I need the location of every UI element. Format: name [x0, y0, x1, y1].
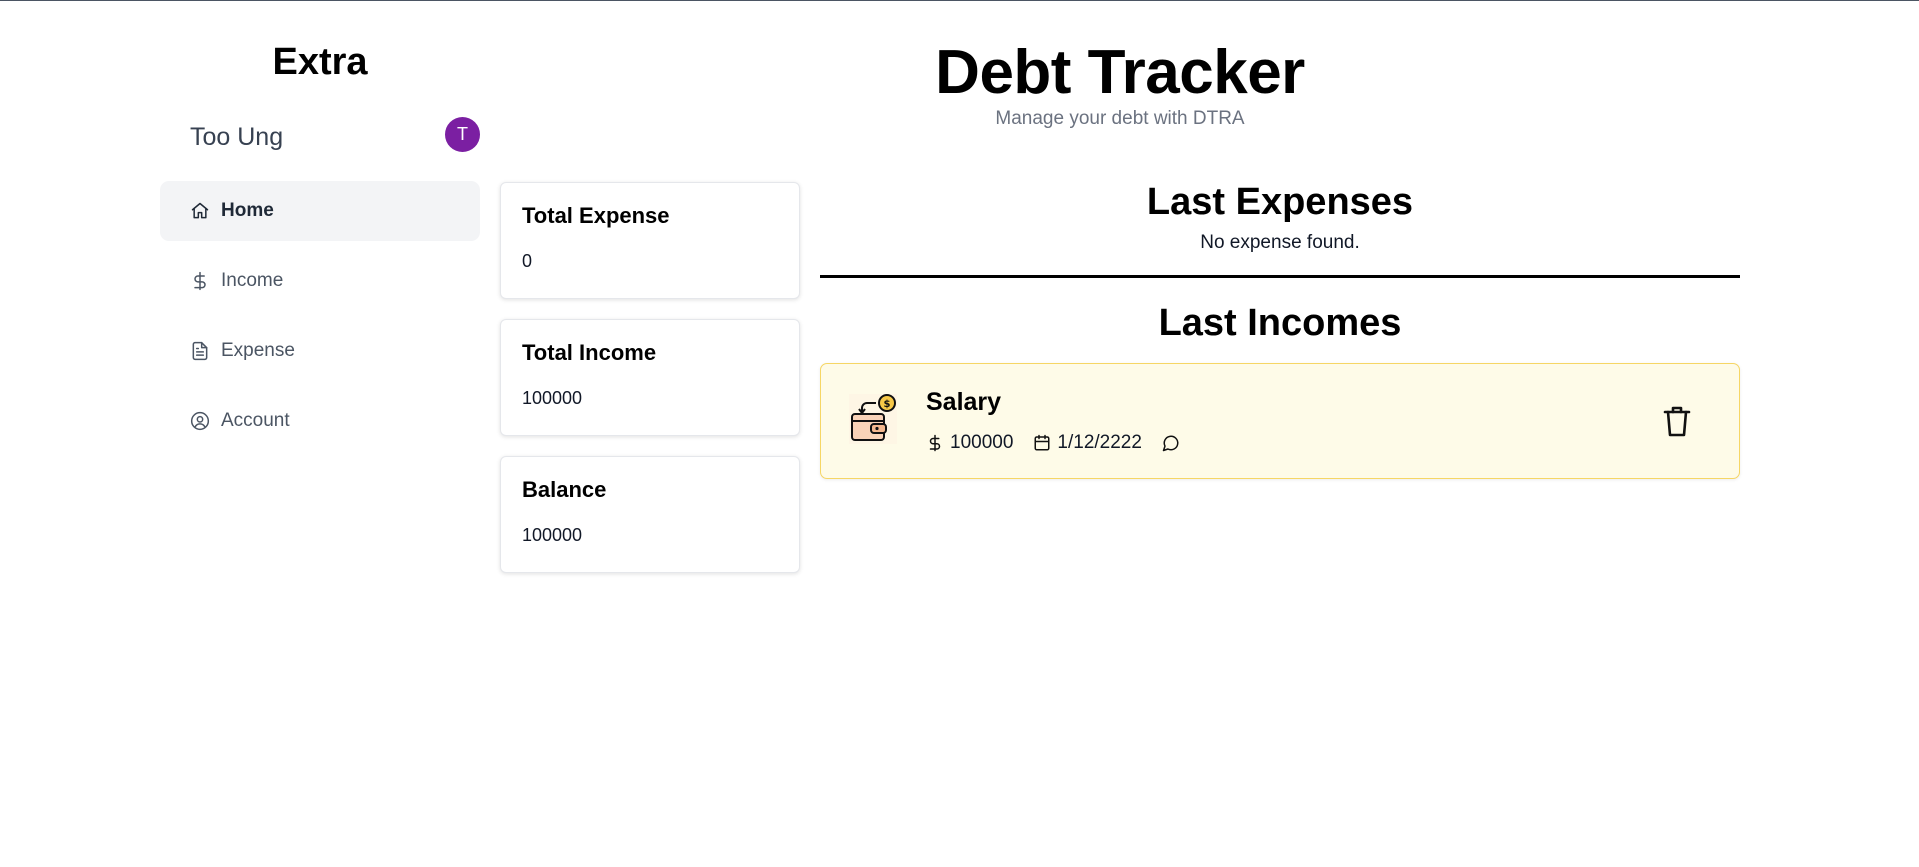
stat-value: 100000 [522, 388, 583, 408]
income-amount: 100000 [950, 432, 1014, 453]
comment-icon[interactable] [1162, 434, 1180, 452]
dollar-icon [926, 434, 944, 452]
wallet-income-icon: $ [849, 394, 897, 444]
page-title: Debt Tracker [935, 38, 1305, 107]
no-expense-message: No expense found. [1200, 232, 1360, 253]
sidebar-item-income[interactable]: Income [160, 251, 480, 311]
stat-title: Total Income [522, 340, 657, 365]
page-header: Debt Tracker Manage your debt with DTRA [820, 37, 1420, 130]
svg-text:$: $ [884, 399, 891, 410]
dollar-icon [190, 271, 210, 291]
section-divider [820, 275, 1740, 278]
stat-card-total-income: Total Income 100000 [500, 319, 800, 436]
recent-activity-panel: Last Expenses No expense found. Last Inc… [820, 181, 1740, 479]
stat-value: 100000 [522, 525, 583, 545]
document-icon [190, 341, 210, 361]
calendar-icon [1033, 434, 1051, 452]
user-row: Too Ung T [190, 117, 480, 157]
avatar[interactable]: T [445, 117, 480, 152]
stats-column: Total Expense 0 Total Income 100000 Bala… [500, 182, 800, 593]
page-subtitle: Manage your debt with DTRA [995, 108, 1245, 129]
user-circle-icon [190, 411, 210, 431]
income-meta: 100000 1/12/2222 [926, 432, 1186, 454]
brand-title: Extra [272, 41, 368, 83]
income-date: 1/12/2222 [1057, 432, 1142, 453]
user-name: Too Ung [190, 123, 284, 151]
income-name: Salary [926, 388, 1002, 416]
stat-card-balance: Balance 100000 [500, 456, 800, 573]
last-incomes-title: Last Incomes [1158, 302, 1402, 344]
sidebar-item-account[interactable]: Account [160, 391, 480, 451]
stat-title: Balance [522, 477, 607, 502]
stat-title: Total Expense [522, 203, 670, 228]
sidebar-item-label: Home [221, 200, 274, 221]
home-icon [190, 201, 210, 221]
sidebar-item-label: Account [221, 410, 290, 431]
stat-card-total-expense: Total Expense 0 [500, 182, 800, 299]
sidebar-item-expense[interactable]: Expense [160, 321, 480, 381]
income-list-item[interactable]: $ Salary 100000 1/12/2222 [820, 363, 1740, 479]
delete-icon[interactable] [1662, 404, 1692, 438]
sidebar-nav: Home Income Expense Account [160, 181, 480, 461]
stat-value: 0 [522, 251, 533, 271]
last-expenses-title: Last Expenses [1146, 181, 1414, 223]
sidebar-item-home[interactable]: Home [160, 181, 480, 241]
sidebar-item-label: Expense [221, 340, 295, 361]
sidebar-item-label: Income [221, 270, 284, 291]
